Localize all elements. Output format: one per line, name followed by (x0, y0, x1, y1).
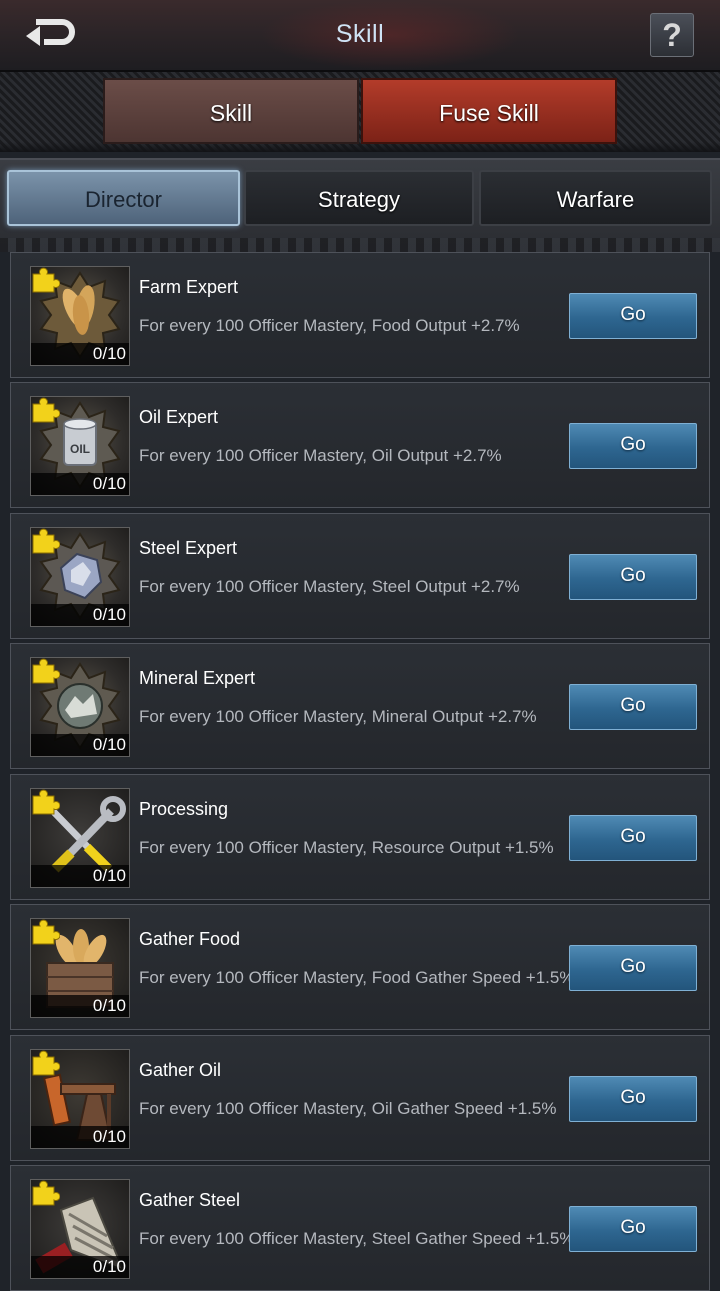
go-button[interactable]: Go (569, 1076, 697, 1122)
tab-strategy[interactable]: Strategy (244, 170, 474, 226)
skill-description: For every 100 Officer Mastery, Steel Out… (139, 577, 520, 596)
go-button[interactable]: Go (569, 554, 697, 600)
skill-level: 0/10 (92, 1257, 126, 1276)
skill-description: For every 100 Officer Mastery, Steel Gat… (139, 1229, 575, 1248)
skill-description: For every 100 Officer Mastery, Oil Outpu… (139, 446, 502, 465)
skill-level: 0/10 (92, 1127, 126, 1146)
go-button[interactable]: Go (569, 815, 697, 861)
tab-fuse-skill[interactable]: Fuse Skill (361, 78, 617, 144)
puzzle-icon (32, 528, 60, 554)
skill-name: Farm Expert (139, 277, 239, 297)
puzzle-icon (32, 1180, 60, 1206)
list-item: 0/10 Farm Expert For every 100 Officer M… (10, 252, 710, 378)
go-button[interactable]: Go (569, 684, 697, 730)
puzzle-icon (32, 658, 60, 684)
go-button[interactable]: Go (569, 423, 697, 469)
skill-level: 0/10 (92, 866, 126, 885)
page-title: Skill (335, 20, 385, 48)
tab-skill[interactable]: Skill (103, 78, 359, 144)
skill-name: Oil Expert (139, 407, 219, 427)
skill-level: 0/10 (92, 344, 126, 363)
skill-name: Gather Food (139, 929, 241, 949)
skill-name: Gather Oil (139, 1060, 222, 1080)
skill-description: For every 100 Officer Mastery, Food Outp… (139, 316, 520, 335)
tab-warfare[interactable]: Warfare (479, 170, 712, 226)
list-item: OIL 0/10 Oil Expert For every 100 Office… (10, 382, 710, 508)
skill-description: For every 100 Officer Mastery, Oil Gathe… (139, 1099, 557, 1118)
puzzle-icon (32, 397, 60, 423)
list-item: 0/10 Gather Steel For every 100 Officer … (10, 1165, 710, 1291)
go-button[interactable]: Go (569, 1206, 697, 1252)
list-item: 0/10 Steel Expert For every 100 Officer … (10, 513, 710, 639)
skill-description: For every 100 Officer Mastery, Resource … (139, 838, 554, 857)
go-button[interactable]: Go (569, 945, 697, 991)
skill-level: 0/10 (92, 996, 126, 1015)
go-button[interactable]: Go (569, 293, 697, 339)
list-item: 0/10 Mineral Expert For every 100 Office… (10, 643, 710, 769)
skill-name: Processing (139, 799, 229, 819)
help-button[interactable]: ? (650, 13, 694, 57)
puzzle-icon (32, 919, 60, 945)
skill-description: For every 100 Officer Mastery, Food Gath… (139, 968, 575, 987)
skill-name: Mineral Expert (139, 668, 256, 688)
skill-level: 0/10 (92, 735, 126, 754)
puzzle-icon (32, 789, 60, 815)
tab-director[interactable]: Director (7, 170, 240, 226)
skill-name: Gather Steel (139, 1190, 241, 1210)
list-item: 0/10 Processing For every 100 Officer Ma… (10, 774, 710, 900)
skill-name: Steel Expert (139, 538, 238, 558)
skill-level: 0/10 (92, 474, 126, 493)
puzzle-icon (32, 267, 60, 293)
list-item: 0/10 Gather Oil For every 100 Officer Ma… (10, 1035, 710, 1161)
top-bar: Skill ? (0, 0, 720, 72)
list-item: 0/10 Gather Food For every 100 Officer M… (10, 904, 710, 1030)
skill-level: 0/10 (92, 605, 126, 624)
skill-description: For every 100 Officer Mastery, Mineral O… (139, 707, 537, 726)
svg-text:OIL: OIL (70, 442, 90, 456)
puzzle-icon (32, 1050, 60, 1076)
